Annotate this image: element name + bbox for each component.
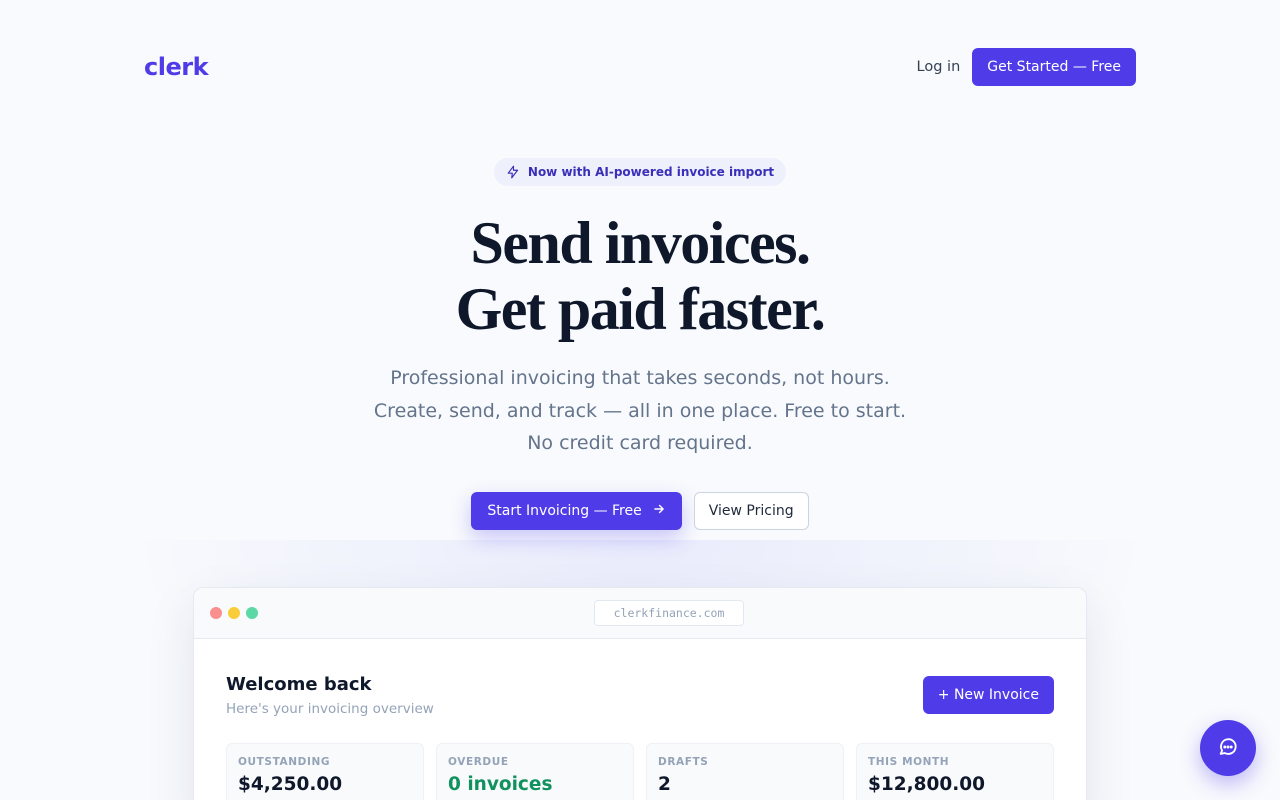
chat-launcher-button[interactable] bbox=[1200, 720, 1256, 776]
subtitle-line-1: Professional invoicing that takes second… bbox=[390, 367, 890, 389]
chat-icon bbox=[1217, 736, 1239, 761]
welcome-subtitle: Here's your invoicing overview bbox=[226, 701, 434, 717]
stat-value: 2 bbox=[658, 774, 671, 795]
welcome-block: Welcome back Here's your invoicing overv… bbox=[226, 674, 434, 717]
announcement-badge[interactable]: Now with AI-powered invoice import bbox=[493, 158, 787, 186]
window-chrome: clerkfinance.com bbox=[194, 588, 1086, 639]
headline-line-2: Get paid faster. bbox=[455, 276, 826, 342]
view-pricing-button[interactable]: View Pricing bbox=[693, 492, 809, 530]
login-link[interactable]: Log in bbox=[917, 59, 961, 75]
stat-label: OUTSTANDING bbox=[238, 756, 331, 768]
new-invoice-button[interactable]: + New Invoice bbox=[922, 676, 1054, 714]
url-bar: clerkfinance.com bbox=[594, 600, 744, 626]
stat-card-outstanding: OUTSTANDING $4,250.00 bbox=[226, 743, 424, 800]
headline-line-1: Send invoices. bbox=[470, 210, 811, 276]
stat-card-drafts: DRAFTS 2 bbox=[646, 743, 844, 800]
close-dot bbox=[210, 607, 222, 619]
lightning-icon bbox=[506, 165, 520, 179]
logo[interactable]: clerk bbox=[144, 53, 209, 81]
maximize-dot bbox=[246, 607, 258, 619]
stat-label: OVERDUE bbox=[448, 756, 509, 768]
app-preview-window: clerkfinance.com Welcome back Here's you… bbox=[193, 587, 1087, 800]
window-controls bbox=[210, 607, 258, 619]
badge-text: Now with AI-powered invoice import bbox=[527, 165, 775, 179]
stat-value: $12,800.00 bbox=[868, 774, 986, 795]
arrow-right-icon bbox=[652, 502, 666, 520]
start-invoicing-label: Start Invoicing — Free bbox=[487, 503, 642, 519]
stat-card-overdue: OVERDUE 0 invoices bbox=[436, 743, 634, 800]
stat-card-this-month: THIS MONTH $12,800.00 bbox=[856, 743, 1054, 800]
stat-label: THIS MONTH bbox=[868, 756, 950, 768]
hero-headline: Send invoices. Get paid faster. bbox=[0, 210, 1280, 342]
get-started-button[interactable]: Get Started — Free bbox=[972, 48, 1136, 86]
start-invoicing-button[interactable]: Start Invoicing — Free bbox=[471, 492, 682, 530]
hero-subtitle: Professional invoicing that takes second… bbox=[0, 362, 1280, 460]
welcome-title: Welcome back bbox=[226, 674, 372, 695]
subtitle-line-3: No credit card required. bbox=[527, 432, 753, 454]
nav-actions: Log in Get Started — Free bbox=[917, 48, 1136, 86]
subtitle-line-2: Create, send, and track — all in one pla… bbox=[373, 399, 907, 422]
stat-label: DRAFTS bbox=[658, 756, 709, 768]
stats-row: OUTSTANDING $4,250.00 OVERDUE 0 invoices… bbox=[226, 743, 1054, 800]
top-nav: clerk Log in Get Started — Free bbox=[144, 48, 1136, 86]
stat-value: 0 invoices bbox=[448, 774, 553, 795]
minimize-dot bbox=[228, 607, 240, 619]
stat-value: $4,250.00 bbox=[238, 774, 343, 795]
cta-row: Start Invoicing — Free View Pricing bbox=[0, 492, 1280, 530]
